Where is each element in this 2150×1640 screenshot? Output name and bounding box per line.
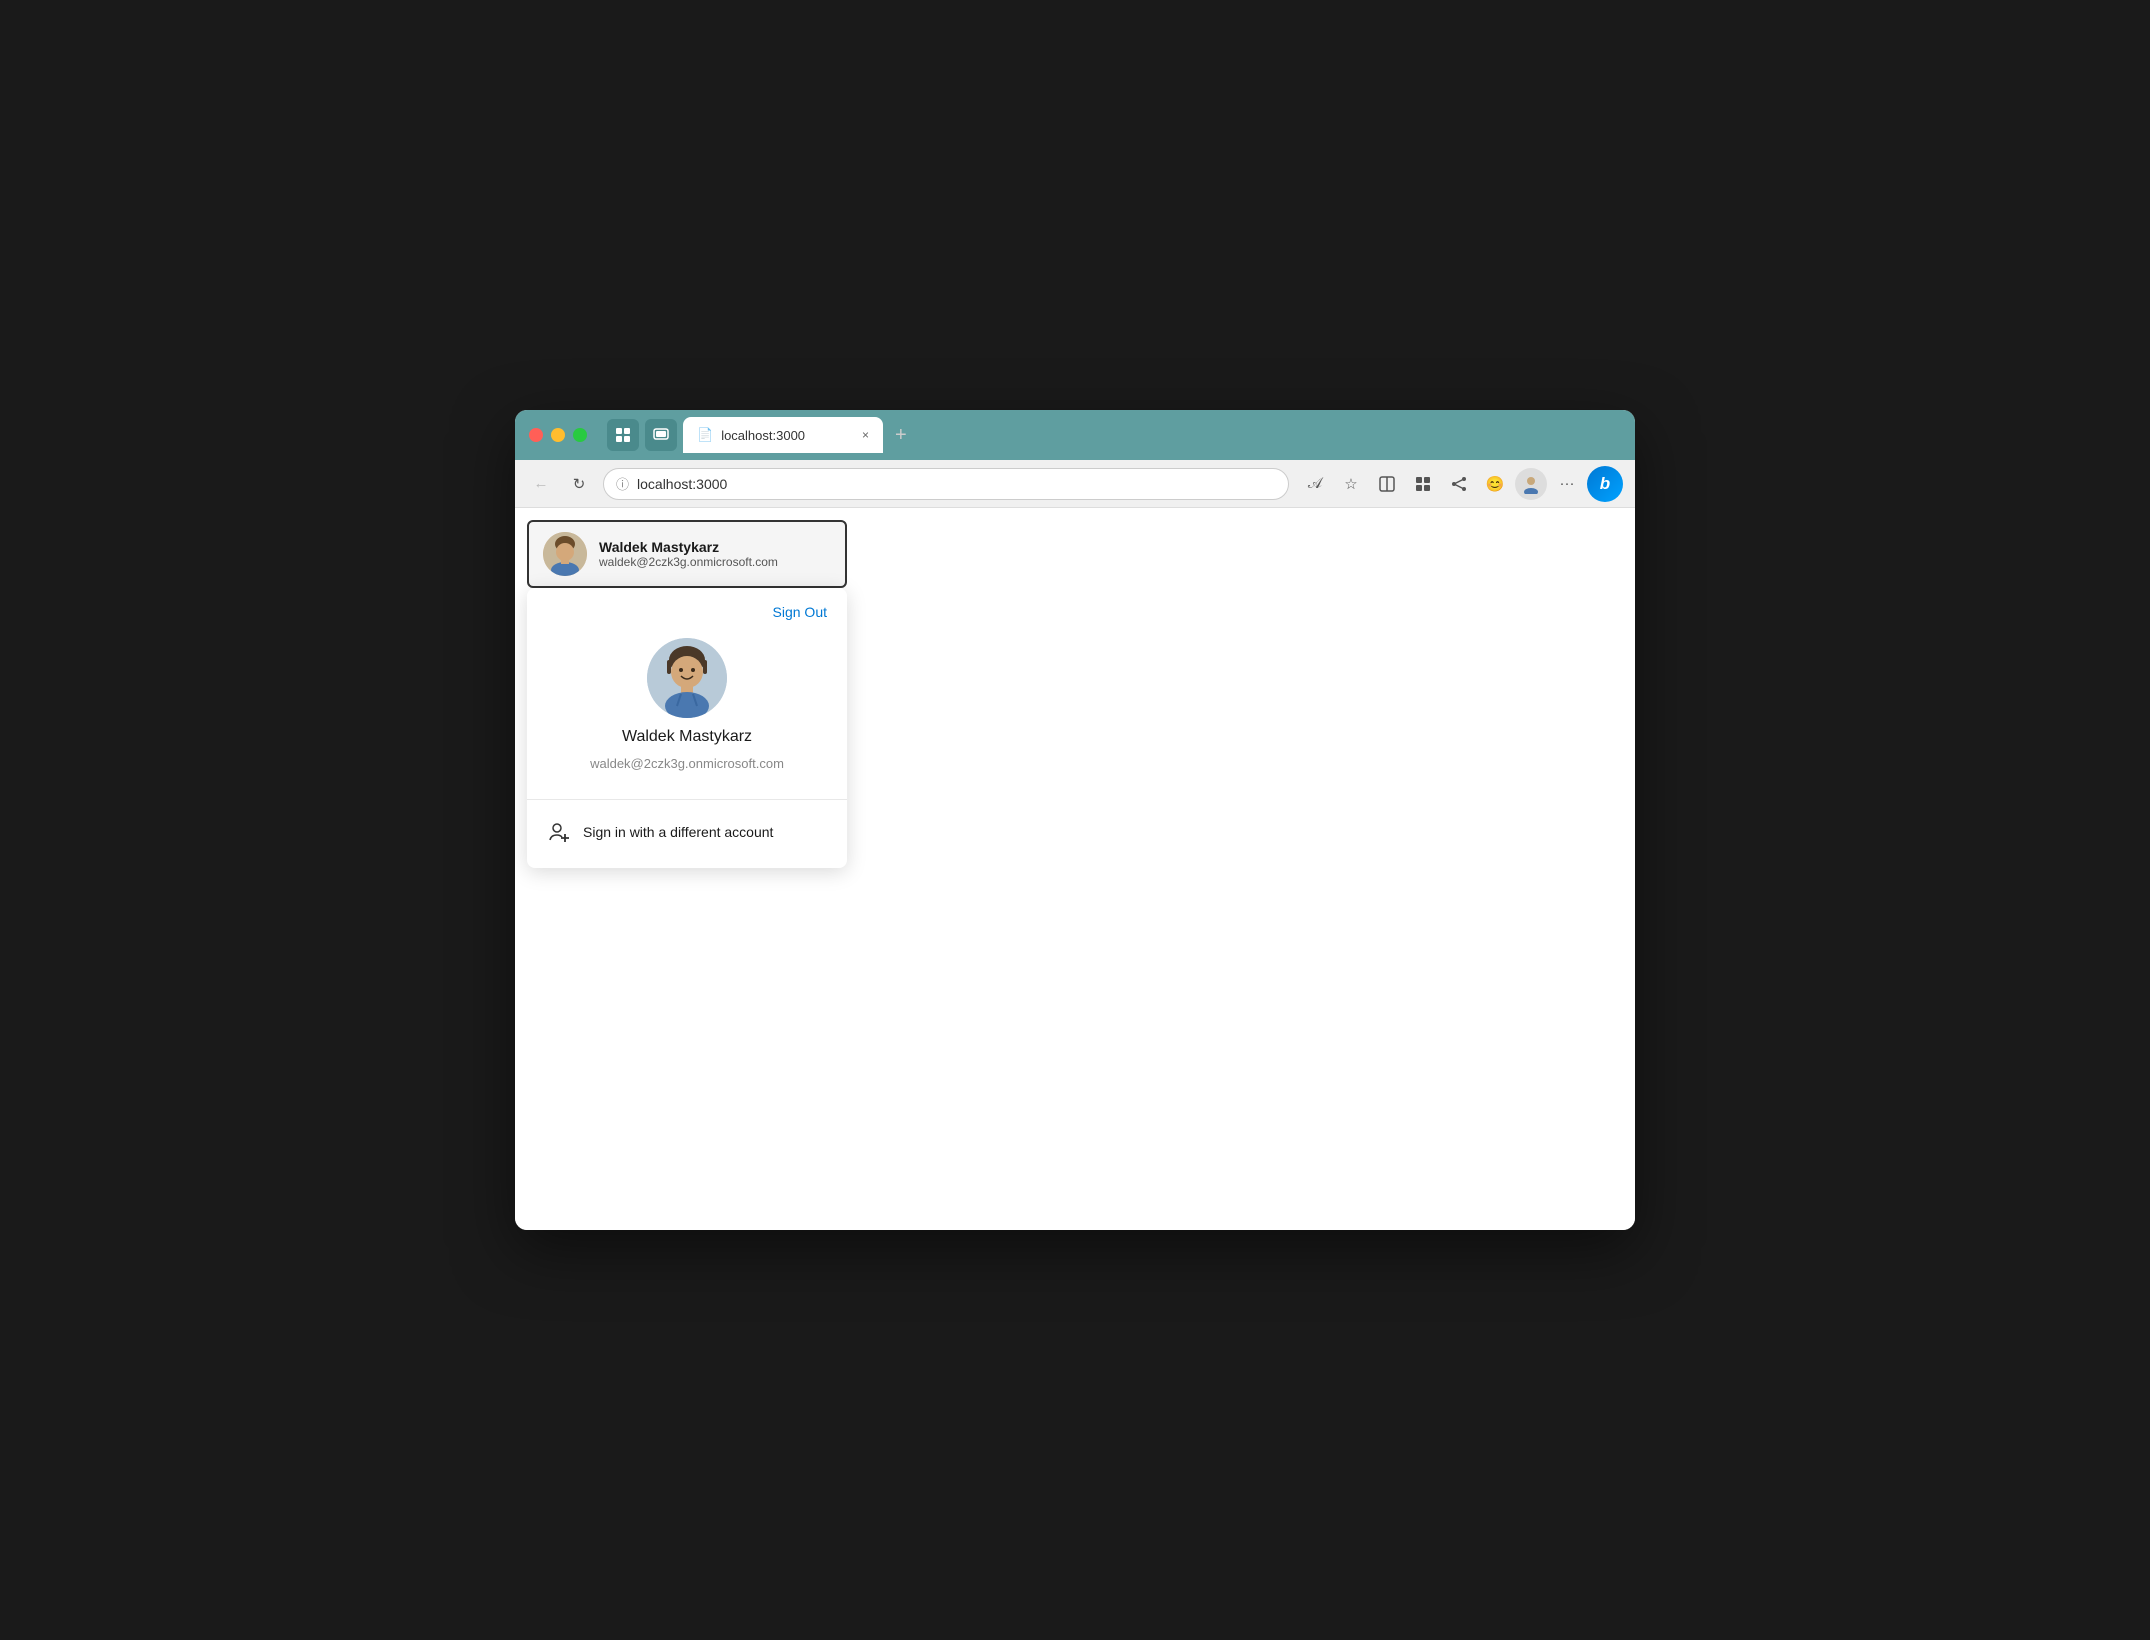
tab-close-button[interactable]: × xyxy=(862,428,869,442)
tab-label: localhost:3000 xyxy=(721,428,805,443)
read-aloud-button[interactable]: 𝒜 xyxy=(1299,468,1331,500)
browser-window: 📄 localhost:3000 × + ← ↻ ⓘ localhost:300… xyxy=(515,410,1635,1230)
account-header-email: waldek@2czk3g.onmicrosoft.com xyxy=(599,555,778,569)
tab-switcher-icon[interactable] xyxy=(645,419,677,451)
traffic-lights xyxy=(529,428,587,442)
more-button[interactable]: ··· xyxy=(1551,468,1583,500)
info-icon: ⓘ xyxy=(616,474,629,493)
new-tab-button[interactable]: + xyxy=(889,424,913,447)
dropdown-profile-email: waldek@2czk3g.onmicrosoft.com xyxy=(590,756,784,771)
profile-avatar xyxy=(1515,468,1547,500)
page-content: Waldek Mastykarz waldek@2czk3g.onmicroso… xyxy=(515,508,1635,1230)
maximize-button[interactable] xyxy=(573,428,587,442)
bing-icon: b xyxy=(1600,474,1610,494)
add-account-item[interactable]: Sign in with a different account xyxy=(527,808,847,856)
refresh-icon: ↻ xyxy=(573,475,586,493)
collections-icon xyxy=(1415,476,1431,492)
share-icon xyxy=(1451,476,1467,492)
account-header-name: Waldek Mastykarz xyxy=(599,539,778,555)
account-header-info: Waldek Mastykarz waldek@2czk3g.onmicroso… xyxy=(599,539,778,569)
active-tab[interactable]: 📄 localhost:3000 × xyxy=(683,417,883,453)
star-icon: ☆ xyxy=(1344,475,1357,493)
header-avatar-image xyxy=(543,532,587,576)
dropdown-avatar-image xyxy=(647,638,727,718)
profile-section: Waldek Mastykarz waldek@2czk3g.onmicroso… xyxy=(527,628,847,791)
dropdown-profile-name: Waldek Mastykarz xyxy=(622,728,752,746)
split-screen-icon xyxy=(1379,476,1395,492)
address-text: localhost:3000 xyxy=(637,476,1276,492)
account-header-card[interactable]: Waldek Mastykarz waldek@2czk3g.onmicroso… xyxy=(527,520,847,588)
tab-favicon-icon: 📄 xyxy=(697,427,713,443)
account-header-avatar xyxy=(543,532,587,576)
tab-bar: 📄 localhost:3000 × + xyxy=(607,417,913,453)
refresh-button[interactable]: ↻ xyxy=(565,470,593,498)
bing-button[interactable]: b xyxy=(1587,466,1623,502)
favorites-button[interactable]: ☆ xyxy=(1335,468,1367,500)
nav-bar: ← ↻ ⓘ localhost:3000 𝒜 ☆ xyxy=(515,460,1635,508)
share-button[interactable] xyxy=(1443,468,1475,500)
add-account-label: Sign in with a different account xyxy=(583,824,773,840)
toolbar-icons: 𝒜 ☆ xyxy=(1299,466,1623,502)
emoji-icon: 😊 xyxy=(1486,475,1505,493)
split-screen-button[interactable] xyxy=(1371,468,1403,500)
address-bar[interactable]: ⓘ localhost:3000 xyxy=(603,468,1289,500)
read-aloud-icon: 𝒜 xyxy=(1308,475,1322,492)
add-account-icon xyxy=(547,820,571,844)
account-dropdown-panel: Sign Out xyxy=(527,588,847,868)
minimize-button[interactable] xyxy=(551,428,565,442)
signout-link[interactable]: Sign Out xyxy=(773,604,827,620)
dropdown-avatar xyxy=(647,638,727,718)
collections-button[interactable] xyxy=(1407,468,1439,500)
dropdown-divider xyxy=(527,799,847,800)
close-button[interactable] xyxy=(529,428,543,442)
signout-row: Sign Out xyxy=(527,588,847,628)
emoji-button[interactable]: 😊 xyxy=(1479,468,1511,500)
tab-manager-icon[interactable] xyxy=(607,419,639,451)
back-icon: ← xyxy=(534,475,549,492)
more-icon: ··· xyxy=(1560,475,1575,492)
profile-button[interactable] xyxy=(1515,468,1547,500)
title-bar: 📄 localhost:3000 × + xyxy=(515,410,1635,460)
back-button[interactable]: ← xyxy=(527,470,555,498)
